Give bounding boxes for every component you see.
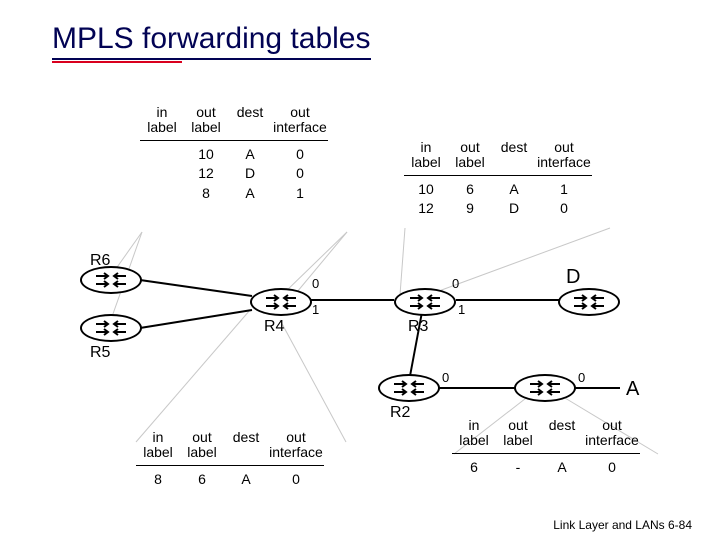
port-label: 0 (452, 276, 459, 291)
router-icon (264, 294, 298, 310)
router-icon (408, 294, 442, 310)
port-label: 1 (312, 302, 319, 317)
col-out-label: out label (180, 430, 224, 461)
router-icon (94, 320, 128, 336)
table-row: 12 D 0 (140, 164, 328, 183)
router-label: R5 (90, 344, 110, 362)
router-r6 (80, 266, 142, 294)
router-icon (94, 272, 128, 288)
col-out-interface: out interface (268, 430, 324, 461)
router-label: R3 (408, 318, 428, 336)
forwarding-table-r5r6: in label out label dest out interface 10… (140, 105, 328, 203)
table-row: 10 A 0 (140, 145, 328, 164)
router-r5 (80, 314, 142, 342)
col-in-label: in label (140, 105, 184, 136)
router-r4 (250, 288, 312, 316)
router-r3 (394, 288, 456, 316)
col-dest: dest (540, 418, 584, 449)
router-label: R6 (90, 252, 110, 270)
router-unlabeled-lower (514, 374, 576, 402)
col-dest: dest (492, 140, 536, 171)
router-unlabeled-upper (558, 288, 620, 316)
table-row: 8 A 1 (140, 184, 328, 203)
router-icon (528, 380, 562, 396)
port-label: 0 (578, 370, 585, 385)
col-in-label: in label (136, 430, 180, 461)
title-accent (52, 61, 182, 63)
table-row: 8 6 A 0 (136, 470, 324, 489)
col-out-interface: out interface (536, 140, 592, 171)
port-label: 0 (312, 276, 319, 291)
forwarding-table-r4: in label out label dest out interface 8 … (136, 430, 324, 489)
col-out-interface: out interface (272, 105, 328, 136)
col-dest: dest (228, 105, 272, 136)
router-icon (572, 294, 606, 310)
col-out-interface: out interface (584, 418, 640, 449)
router-label: R4 (264, 318, 284, 336)
col-out-label: out label (448, 140, 492, 171)
table-row: 10 6 A 1 (404, 180, 592, 199)
forwarding-table-r2: in label out label dest out interface 6 … (452, 418, 640, 477)
endpoint-d: D (566, 266, 580, 289)
port-label: 0 (442, 370, 449, 385)
endpoint-a: A (626, 378, 639, 401)
slide-footer: Link Layer and LANs 6-84 (553, 518, 692, 532)
router-r2 (378, 374, 440, 402)
table-row: 12 9 D 0 (404, 199, 592, 218)
forwarding-table-r3: in label out label dest out interface 10… (404, 140, 592, 219)
col-in-label: in label (452, 418, 496, 449)
col-dest: dest (224, 430, 268, 461)
router-label: R2 (390, 404, 410, 422)
router-icon (392, 380, 426, 396)
col-in-label: in label (404, 140, 448, 171)
col-out-label: out label (496, 418, 540, 449)
col-out-label: out label (184, 105, 228, 136)
table-row: 6 - A 0 (452, 458, 640, 477)
port-label: 1 (458, 302, 465, 317)
page-title: MPLS forwarding tables (52, 22, 371, 60)
